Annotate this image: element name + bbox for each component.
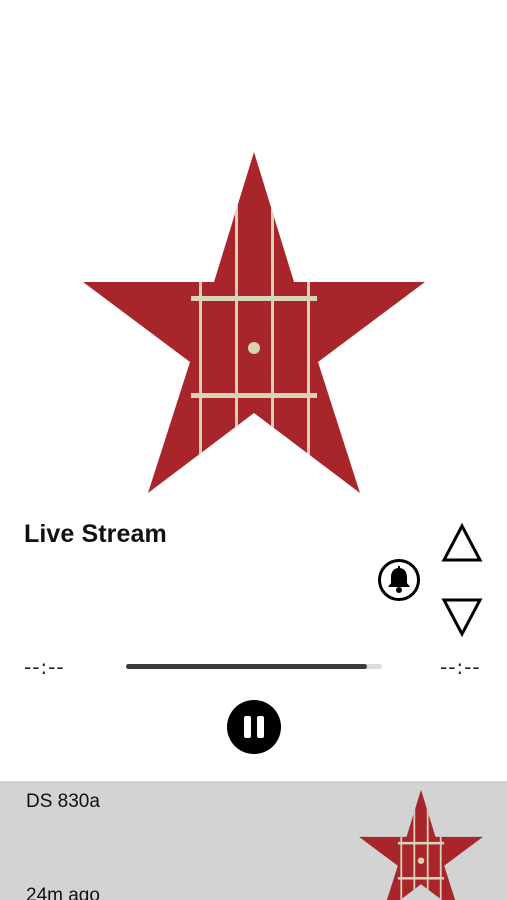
fretboard-dot	[248, 342, 260, 354]
bell-icon	[378, 559, 420, 601]
episode-thumbnail	[359, 789, 483, 900]
album-artwork	[83, 152, 425, 493]
fretboard-string	[199, 190, 202, 493]
stream-title: Live Stream	[24, 520, 167, 548]
fretboard-string	[235, 190, 238, 493]
remaining-time: --:--	[440, 655, 481, 679]
fretboard-string	[307, 190, 310, 493]
episode-list-item[interactable]: DS 830a 24m ago	[0, 781, 507, 900]
episode-title: DS 830a	[26, 791, 100, 812]
pause-button[interactable]	[227, 700, 281, 754]
notify-button[interactable]	[377, 558, 421, 602]
vote-up-button[interactable]	[440, 522, 484, 566]
triangle-down-icon	[441, 598, 483, 638]
fretboard-fret	[191, 393, 317, 398]
triangle-up-icon	[441, 522, 483, 562]
fretboard-fret	[191, 296, 317, 301]
progress-fill	[126, 664, 367, 669]
vote-down-button[interactable]	[440, 594, 484, 638]
progress-bar[interactable]	[126, 664, 382, 669]
star-shape	[83, 152, 425, 493]
fretboard-string	[271, 190, 274, 493]
elapsed-time: --:--	[24, 655, 65, 679]
episode-time-ago: 24m ago	[26, 885, 100, 900]
